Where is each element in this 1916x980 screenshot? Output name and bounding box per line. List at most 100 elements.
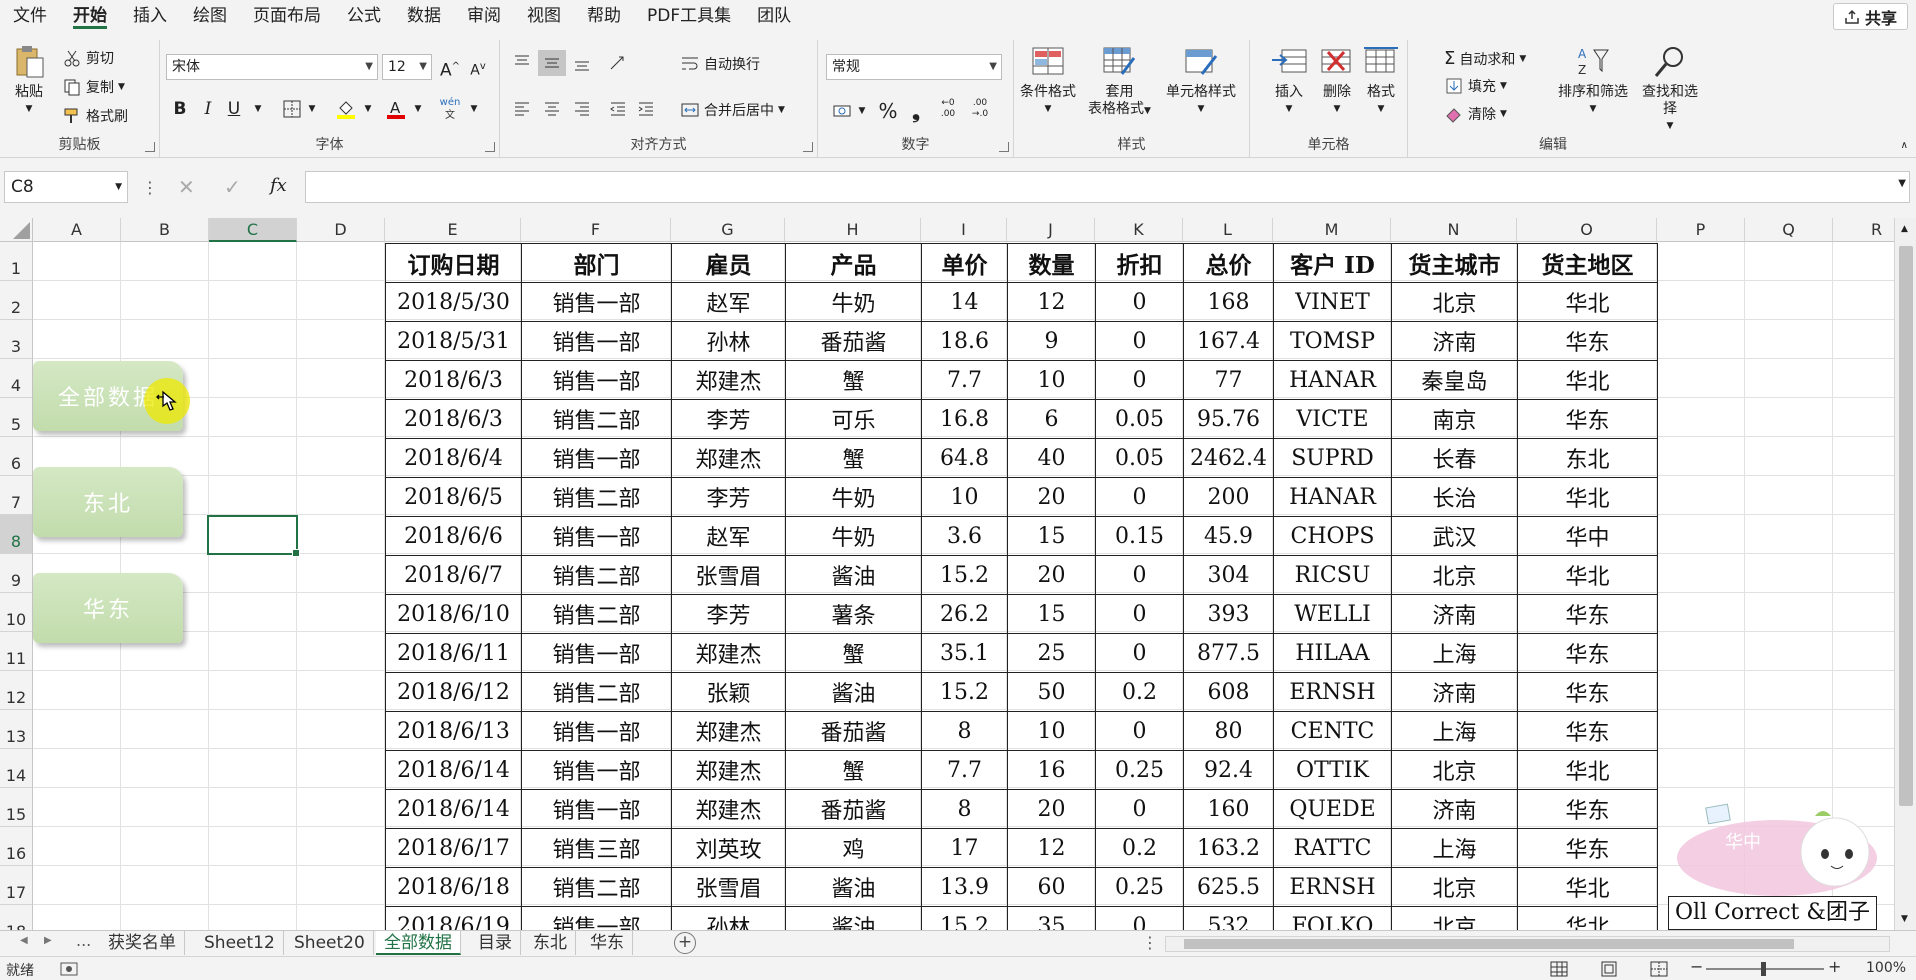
table-cell[interactable]: 销售二部 xyxy=(521,477,672,517)
table-cell[interactable]: 华东 xyxy=(1517,399,1658,439)
prev-sheet-icon[interactable]: ◀ xyxy=(20,935,28,946)
table-cell[interactable]: 华东 xyxy=(1517,828,1658,868)
table-cell[interactable]: 14 xyxy=(921,282,1008,322)
table-cell[interactable]: 华北 xyxy=(1517,867,1658,907)
copy-button[interactable]: 复制 ▼ xyxy=(62,77,125,97)
table-cell[interactable]: 销售一部 xyxy=(521,438,672,478)
table-cell[interactable]: 0 xyxy=(1095,555,1184,595)
table-cell[interactable]: FOLKO xyxy=(1273,906,1392,930)
table-cell[interactable]: 郑建杰 xyxy=(671,711,786,751)
table-cell[interactable]: QUEDE xyxy=(1273,789,1392,829)
row-header-8[interactable]: 8 xyxy=(0,515,33,554)
align-left-icon[interactable] xyxy=(508,96,536,122)
table-cell[interactable]: 45.9 xyxy=(1183,516,1274,556)
table-cell[interactable]: 蟹 xyxy=(785,360,922,400)
table-cell[interactable]: 番茄酱 xyxy=(785,321,922,361)
table-cell[interactable]: 销售一部 xyxy=(521,750,672,790)
table-cell[interactable]: 20 xyxy=(1007,477,1096,517)
table-cell[interactable]: 华北 xyxy=(1517,555,1658,595)
table-header-cell[interactable]: 单价 xyxy=(921,243,1008,283)
table-cell[interactable]: 0 xyxy=(1095,633,1184,673)
table-cell[interactable]: 华北 xyxy=(1517,477,1658,517)
table-cell[interactable]: 刘英玫 xyxy=(671,828,786,868)
worksheet-grid[interactable]: ABCDEFGHIJKLMNOPQR 1 2 3 4 5 6 7 8 9 10 11 12 13 14 15… xyxy=(0,218,1894,930)
table-header-cell[interactable]: 雇员 xyxy=(671,243,786,283)
table-cell[interactable]: 销售一部 xyxy=(521,711,672,751)
table-cell[interactable]: 销售二部 xyxy=(521,399,672,439)
align-right-icon[interactable] xyxy=(568,96,596,122)
table-cell[interactable]: 华东 xyxy=(1517,789,1658,829)
table-cell[interactable]: 0 xyxy=(1095,477,1184,517)
menu-tab[interactable]: 文件 xyxy=(0,0,60,32)
row-header-14[interactable]: 14 xyxy=(0,749,33,788)
column-header-I[interactable]: I xyxy=(921,218,1007,242)
table-cell[interactable]: 郑建杰 xyxy=(671,789,786,829)
table-cell[interactable]: 2018/6/12 xyxy=(385,672,522,712)
page-break-view-icon[interactable] xyxy=(1650,961,1668,977)
table-cell[interactable]: 华东 xyxy=(1517,321,1658,361)
table-cell[interactable]: 销售一部 xyxy=(521,516,672,556)
table-header-cell[interactable]: 折扣 xyxy=(1095,243,1184,283)
increase-decimal-icon[interactable]: ←0.00 xyxy=(934,98,962,124)
table-cell[interactable]: 李芳 xyxy=(671,477,786,517)
clear-button[interactable]: 清除 ▼ xyxy=(1444,104,1507,124)
table-cell[interactable]: 0.2 xyxy=(1095,672,1184,712)
column-header-A[interactable]: A xyxy=(33,218,121,242)
table-cell[interactable]: 15.2 xyxy=(921,906,1008,930)
table-cell[interactable]: 销售三部 xyxy=(521,828,672,868)
table-cell[interactable]: 20 xyxy=(1007,555,1096,595)
delete-cells-button[interactable]: 删除 ▼ xyxy=(1318,44,1356,118)
table-cell[interactable]: 92.4 xyxy=(1183,750,1274,790)
table-cell[interactable]: 孙林 xyxy=(671,906,786,930)
vertical-scrollbar[interactable]: ▲ ▼ xyxy=(1894,218,1916,930)
column-header-P[interactable]: P xyxy=(1657,218,1745,242)
table-cell[interactable]: 赵军 xyxy=(671,282,786,322)
sheet-tab[interactable]: 全部数据 xyxy=(376,931,461,955)
table-cell[interactable]: 华北 xyxy=(1517,906,1658,930)
table-cell[interactable]: 孙林 xyxy=(671,321,786,361)
table-cell[interactable]: 2018/6/17 xyxy=(385,828,522,868)
table-cell[interactable]: 167.4 xyxy=(1183,321,1274,361)
table-cell[interactable]: HANAR xyxy=(1273,360,1392,400)
table-cell[interactable]: 6 xyxy=(1007,399,1096,439)
normal-view-icon[interactable] xyxy=(1550,961,1568,977)
table-cell[interactable]: 0.2 xyxy=(1095,828,1184,868)
row-header-13[interactable]: 13 xyxy=(0,710,33,749)
table-cell[interactable]: 销售一部 xyxy=(521,282,672,322)
table-cell[interactable]: 168 xyxy=(1183,282,1274,322)
table-cell[interactable]: 2018/6/10 xyxy=(385,594,522,634)
row-header-17[interactable]: 17 xyxy=(0,866,33,905)
column-header-Q[interactable]: Q xyxy=(1745,218,1833,242)
fill-button[interactable]: 填充 ▼ xyxy=(1444,76,1507,96)
table-cell[interactable]: 10 xyxy=(921,477,1008,517)
table-cell[interactable]: 郑建杰 xyxy=(671,633,786,673)
table-cell[interactable]: 华北 xyxy=(1517,282,1658,322)
menu-tab[interactable]: 审阅 xyxy=(454,0,514,32)
comma-button[interactable]: ❟ xyxy=(902,98,930,124)
table-cell[interactable]: 武汉 xyxy=(1391,516,1518,556)
table-cell[interactable]: 15.2 xyxy=(921,672,1008,712)
table-cell[interactable]: 销售一部 xyxy=(521,321,672,361)
table-cell[interactable]: OTTIK xyxy=(1273,750,1392,790)
table-cell[interactable]: 番茄酱 xyxy=(785,711,922,751)
row-header-4[interactable]: 4 xyxy=(0,359,33,398)
menu-tab[interactable]: 绘图 xyxy=(180,0,240,32)
table-cell[interactable]: 李芳 xyxy=(671,399,786,439)
table-cell[interactable]: 长治 xyxy=(1391,477,1518,517)
table-cell[interactable]: 销售二部 xyxy=(521,672,672,712)
table-cell[interactable]: 2462.4 xyxy=(1183,438,1274,478)
shrink-font-button[interactable]: Av xyxy=(464,54,492,80)
table-cell[interactable]: 华北 xyxy=(1517,360,1658,400)
font-color-dropdown[interactable]: ▼ xyxy=(404,96,432,122)
cell-styles-button[interactable]: 单元格样式 ▼ xyxy=(1166,44,1236,118)
menu-tab[interactable]: 数据 xyxy=(394,0,454,32)
table-cell[interactable]: 蟹 xyxy=(785,633,922,673)
autosum-button[interactable]: Σ 自动求和 ▼ xyxy=(1444,48,1526,69)
table-cell[interactable]: 8 xyxy=(921,711,1008,751)
table-cell[interactable]: 酱油 xyxy=(785,555,922,595)
row-header-10[interactable]: 10 xyxy=(0,593,33,632)
table-cell[interactable]: 可乐 xyxy=(785,399,922,439)
table-cell[interactable]: 华东 xyxy=(1517,711,1658,751)
enter-icon[interactable]: ✓ xyxy=(224,175,241,199)
sheet-tab[interactable]: 东北 xyxy=(525,931,576,955)
